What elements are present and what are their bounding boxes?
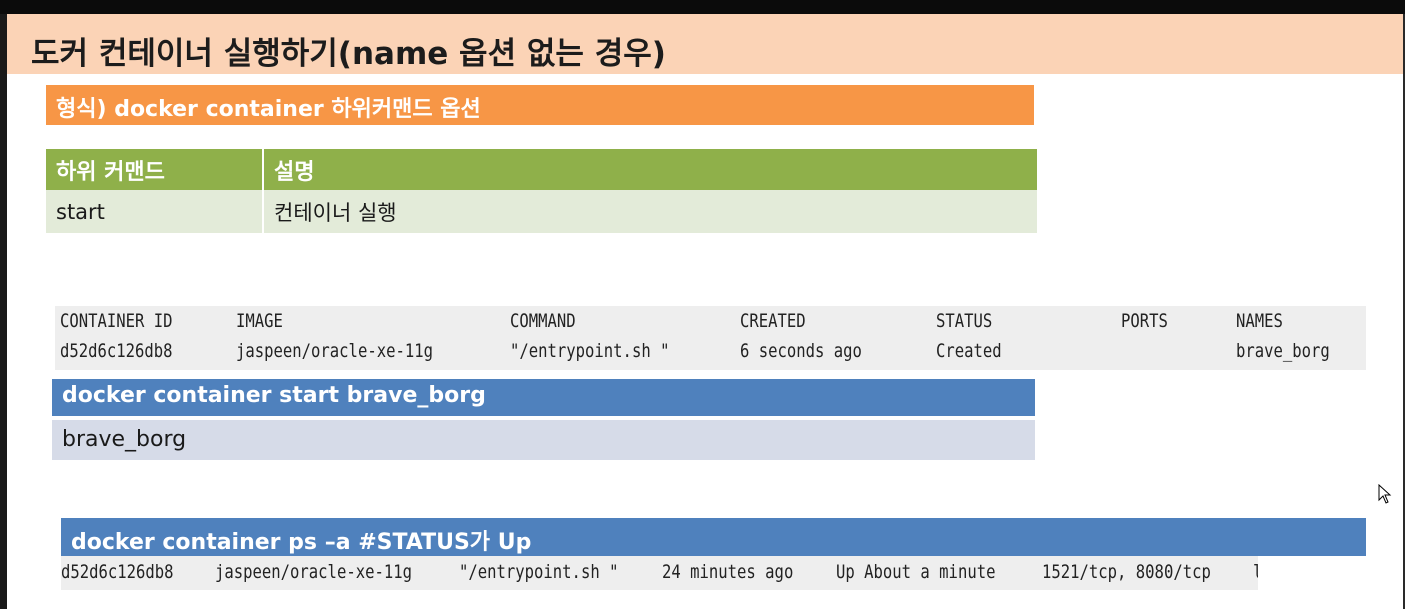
- ps-output-block: CONTAINER ID IMAGE COMMAND CREATED STATU…: [55, 306, 1366, 370]
- subcommand-table: 하위 커맨드 설명 start 컨테이너 실행: [46, 149, 1037, 233]
- ps-cell-status: Created: [936, 340, 1002, 362]
- ps-header-status: STATUS: [936, 310, 993, 332]
- ps2-cell-names: l: [1253, 561, 1258, 583]
- ps-header-created: CREATED: [740, 310, 806, 332]
- ps2-cell-image: jaspeen/oracle-xe-11g: [215, 561, 412, 583]
- table-header-row: 하위 커맨드 설명: [46, 149, 1037, 190]
- ps-command-banner: docker container ps –a #STATUS가 Up: [61, 518, 1366, 556]
- title-band: 도커 컨테이너 실행하기(name 옵션 없는 경우): [7, 14, 1403, 74]
- ps-cell-names: brave_borg: [1236, 340, 1330, 362]
- ps-header-command: COMMAND: [510, 310, 576, 332]
- ps2-cell-created: 24 minutes ago: [662, 561, 794, 583]
- table-cell-subcommand: start: [46, 190, 264, 233]
- ps2-cell-command: "/entrypoint.sh ": [459, 561, 619, 583]
- left-window-edge: [0, 14, 7, 609]
- table-header-subcommand: 하위 커맨드: [46, 149, 264, 190]
- ps2-cell-container-id: d52d6c126db8: [61, 561, 174, 583]
- table-header-description: 설명: [263, 149, 1037, 190]
- format-banner: 형식) docker container 하위커맨드 옵션: [46, 85, 1034, 125]
- start-output: brave_borg: [52, 420, 1035, 460]
- ps-header-image: IMAGE: [236, 310, 283, 332]
- ps2-output-block: d52d6c126db8 jaspeen/oracle-xe-11g "/ent…: [61, 556, 1258, 590]
- table-row: start 컨테이너 실행: [46, 190, 1037, 233]
- slide-title: 도커 컨테이너 실행하기(name 옵션 없는 경우): [31, 36, 666, 72]
- start-command-banner: docker container start brave_borg: [52, 379, 1035, 416]
- ps2-cell-status: Up About a minute: [836, 561, 996, 583]
- ps-header-names: NAMES: [1236, 310, 1283, 332]
- ps-cell-created: 6 seconds ago: [740, 340, 862, 362]
- ps-cell-command: "/entrypoint.sh ": [510, 340, 670, 362]
- ps-header-ports: PORTS: [1121, 310, 1168, 332]
- ps-cell-image: jaspeen/oracle-xe-11g: [236, 340, 433, 362]
- table-cell-description: 컨테이너 실행: [263, 190, 1037, 233]
- ps-header-container-id: CONTAINER ID: [60, 310, 173, 332]
- ps2-cell-ports: 1521/tcp, 8080/tcp: [1042, 561, 1211, 583]
- mouse-cursor-icon: [1378, 484, 1392, 504]
- ps-cell-container-id: d52d6c126db8: [60, 340, 173, 362]
- top-window-edge: [0, 0, 1405, 14]
